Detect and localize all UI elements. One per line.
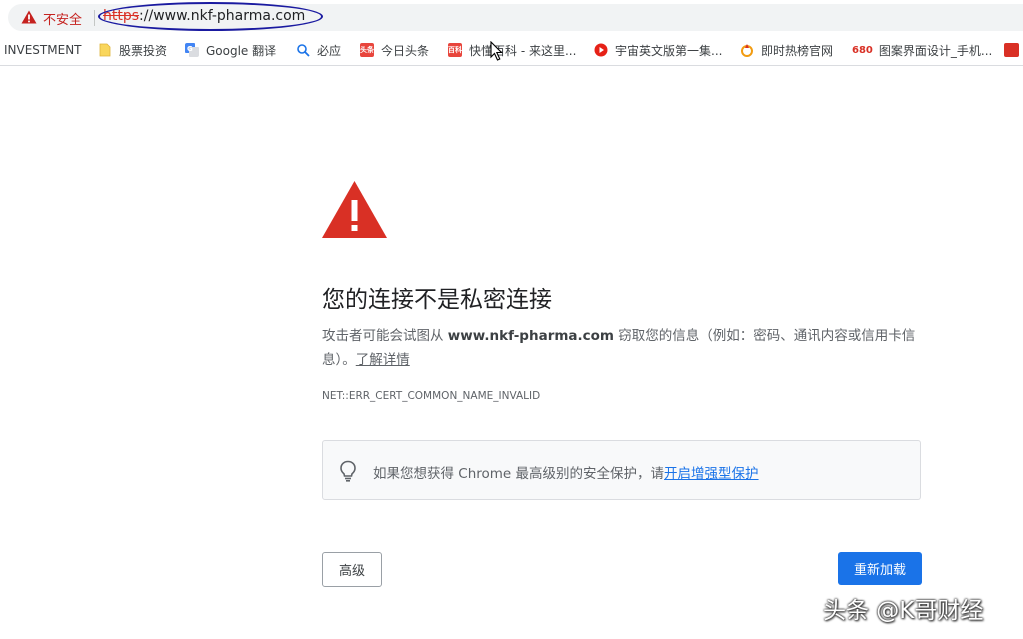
explanation-text: 攻击者可能会试图从 [322,328,448,344]
error-code: NET::ERR_CERT_COMMON_NAME_INVALID [322,390,541,402]
folder-icon [99,43,111,57]
680-icon: 680 [852,44,873,56]
address-divider [94,10,95,26]
protection-message: 如果您想获得 Chrome 最高级别的安全保护，请 [373,466,665,482]
error-explanation: 攻击者可能会试图从 www.nkf-pharma.com 窃取您的信息（例如：密… [322,324,927,372]
bookmark-toutiao[interactable]: 头条 今日头条 [360,35,429,65]
bookmark-google-translate[interactable]: G Google 翻译 [185,35,276,65]
protection-text: 如果您想获得 Chrome 最高级别的安全保护，请开启增强型保护 [373,462,759,482]
bookmark-label: INVESTMENT [4,43,82,57]
svg-text:G: G [187,45,193,53]
extra-bookmark-icon [1004,43,1019,57]
enable-enhanced-protection-link[interactable]: 开启增强型保护 [664,466,759,482]
security-status-label[interactable]: 不安全 [43,9,82,28]
enhanced-protection-box: 如果您想获得 Chrome 最高级别的安全保护，请开启增强型保护 [322,440,921,500]
bookmarks-bar: INVESTMENT 股票投资 G Google 翻译 必应 头条 今日头条 百… [0,35,1023,66]
bookmark-bing[interactable]: 必应 [296,35,341,65]
bookmark-universe-video[interactable]: 宇宙英文版第一集... [594,35,722,65]
bookmark-label: 股票投资 [119,43,168,58]
warning-triangle-icon[interactable] [21,10,37,24]
advanced-button[interactable]: 高级 [322,552,382,587]
bookmark-label: 即时热榜官网 [761,43,834,58]
bookmark-baike[interactable]: 百科 快懂百科 - 来这里... [448,35,576,65]
bookmark-label: 宇宙英文版第一集... [615,43,723,58]
address-bar: 不安全 https://www.nkf-pharma.com [0,0,1023,35]
url-host: ://www.nkf-pharma.com [139,8,306,24]
lightbulb-icon [340,460,356,482]
learn-more-link[interactable]: 了解详情 [356,352,410,368]
bookmark-folder-stocks[interactable]: 股票投资 [98,35,167,65]
google-translate-icon: G [185,43,199,57]
baike-icon: 百科 [448,43,462,57]
bookmark-label: 快懂百科 - 来这里... [469,43,577,58]
bookmark-label: 图案界面设计_手机... [878,43,993,58]
toutiao-icon: 头条 [360,43,374,57]
play-icon [594,43,608,57]
mouse-cursor-icon [490,41,503,61]
bookmark-hot-list[interactable]: 即时热榜官网 [740,35,833,65]
bookmark-label: Google 翻译 [206,43,277,58]
page-title: 您的连接不是私密连接 [322,287,552,313]
url-scheme: https [103,8,140,24]
warning-triangle-icon [322,181,387,238]
hot-list-icon [741,44,753,57]
reload-button[interactable]: 重新加载 [838,552,922,585]
bookmark-label: 必应 [317,43,342,58]
explanation-host: www.nkf-pharma.com [447,328,614,344]
bookmark-investment[interactable]: INVESTMENT [4,35,82,65]
url-text[interactable]: https://www.nkf-pharma.com [103,8,305,24]
bookmark-label: 今日头条 [381,43,430,58]
watermark: 头条 @K哥财经 [823,598,984,624]
bookmark-extra[interactable] [1004,35,1023,65]
bing-search-icon [297,44,310,57]
bookmark-680-design[interactable]: 680 图案界面设计_手机... [852,35,992,65]
